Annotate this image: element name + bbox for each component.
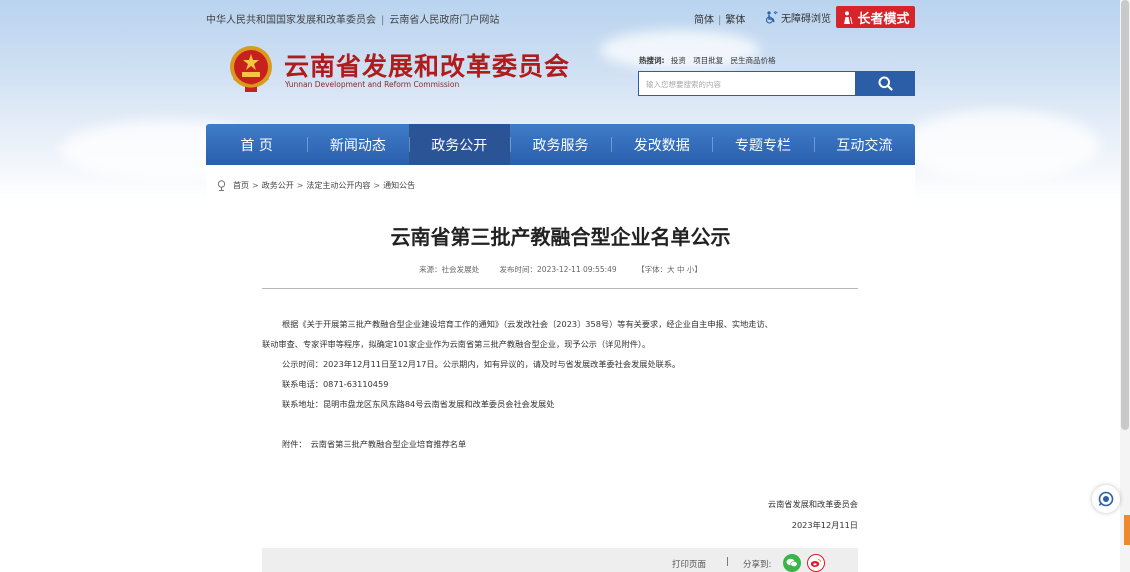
paragraph: 联动审查、专家评审等程序，拟确定101家企业作为云南省第三批产教融合型企业，现予… <box>262 339 651 349</box>
article-meta: 来源：社会发展处 发布时间：2023-12-11 09:55:49 【字体：大 … <box>206 264 915 275</box>
nav-gov-affairs[interactable]: 政务公开 <box>408 124 510 165</box>
breadcrumb-location-icon <box>217 180 226 191</box>
wechat-share-button[interactable] <box>783 554 801 572</box>
search-input[interactable]: 输入您想要搜索的内容 <box>638 71 856 96</box>
page-title: 云南省第三批产教融合型企业名单公示 <box>390 225 731 249</box>
nav-interaction[interactable]: 互动交流 <box>813 124 915 165</box>
print-button[interactable]: 打印页面 <box>672 558 706 570</box>
hot-keyword[interactable]: 项目批复 <box>693 56 723 65</box>
search-icon <box>878 76 893 91</box>
nav-services[interactable]: 政务服务 <box>509 124 611 165</box>
nav-home[interactable]: 首 页 <box>206 124 307 165</box>
breadcrumb: 首页 > 政务公开 > 法定主动公开内容 > 通知公告 <box>216 180 415 191</box>
signature-date: 2023年12月11日 <box>791 520 858 530</box>
nav-topics[interactable]: 专题专栏 <box>712 124 813 165</box>
font-size-switch[interactable]: 【字体：大 中 小】 <box>637 265 702 274</box>
wechat-icon <box>786 558 798 568</box>
contact-address: 联系地址：昆明市盘龙区东风东路84号云南省发展和改革委员会社会发展处 <box>282 399 555 409</box>
nav-news[interactable]: 新闻动态 <box>307 124 408 165</box>
article-date: 发布时间：2023-12-11 09:55:49 <box>499 265 617 274</box>
main-nav: 首 页 新闻动态 政务公开 政务服务 发改数据 专题专栏 互动交流 <box>206 124 915 165</box>
emblem-icon <box>230 46 272 92</box>
side-tab[interactable] <box>1124 515 1130 545</box>
breadcrumb-notices[interactable]: 通知公告 <box>383 181 415 190</box>
attachment-link[interactable]: 云南省第三批产教融合型企业培育推荐名单 <box>311 439 467 449</box>
title-divider <box>262 288 858 289</box>
breadcrumb-home[interactable]: 首页 <box>233 181 249 190</box>
breadcrumb-gov-affairs[interactable]: 政务公开 <box>262 181 294 190</box>
hot-keyword[interactable]: 民生商品价格 <box>731 56 776 65</box>
signature: 云南省发展和改革委员会 2023年12月11日 <box>768 494 858 536</box>
language-switch: 简体 | 繁体 <box>694 15 746 26</box>
site-title: 云南省发展和改革委员会 <box>284 52 571 81</box>
attachment-row: 附件： 云南省第三批产教融合型企业培育推荐名单 <box>282 439 467 449</box>
article-body: 根据《关于开展第三批产教融合型企业建设培育工作的通知》（云发改社会〔2023〕3… <box>262 314 862 454</box>
share-label: 分享到: <box>743 560 772 570</box>
elder-icon <box>844 10 853 24</box>
nav-data[interactable]: 发改数据 <box>611 124 712 165</box>
hot-keywords: 热搜词: 投资 项目批复 民生商品价格 <box>639 56 776 65</box>
ndrc-link[interactable]: 中华人民共和国国家发展和改革委员会 <box>206 15 376 26</box>
weibo-icon <box>810 559 821 567</box>
top-links: 中华人民共和国国家发展和改革委员会 | 云南省人民政府门户网站 <box>206 15 500 26</box>
yunnan-gov-link[interactable]: 云南省人民政府门户网站 <box>389 15 499 26</box>
paragraph: 根据《关于开展第三批产教融合型企业建设培育工作的通知》（云发改社会〔2023〕3… <box>282 319 773 329</box>
hot-keyword[interactable]: 投资 <box>671 56 686 65</box>
page-scrollbar[interactable] <box>1120 0 1130 572</box>
signature-org: 云南省发展和改革委员会 <box>767 499 858 509</box>
scroll-thumb[interactable] <box>1121 0 1129 430</box>
traditional-link[interactable]: 繁体 <box>725 15 745 26</box>
weibo-share-button[interactable] <box>807 554 825 572</box>
accessibility-link[interactable]: 无障碍浏览 <box>764 10 831 25</box>
notice-period: 公示时间：2023年12月11日至12月17日。公示期内，如有异议的，请及时与省… <box>282 359 681 369</box>
assistant-icon <box>1098 491 1114 507</box>
site-subtitle: Yunnan Development and Reform Commission <box>285 80 460 89</box>
elder-mode-button[interactable]: 长者模式 <box>836 6 915 28</box>
cloud-decoration <box>900 110 1100 180</box>
article-source: 来源：社会发展处 <box>419 265 480 274</box>
search-button[interactable] <box>855 71 915 96</box>
breadcrumb-public-content[interactable]: 法定主动公开内容 <box>306 181 370 190</box>
assistant-button[interactable] <box>1092 485 1120 513</box>
toolbar-separator: | <box>726 557 730 567</box>
simplified-link[interactable]: 简体 <box>694 15 714 26</box>
contact-phone: 联系电话：0871-63110459 <box>282 379 389 389</box>
accessibility-icon <box>765 11 778 24</box>
